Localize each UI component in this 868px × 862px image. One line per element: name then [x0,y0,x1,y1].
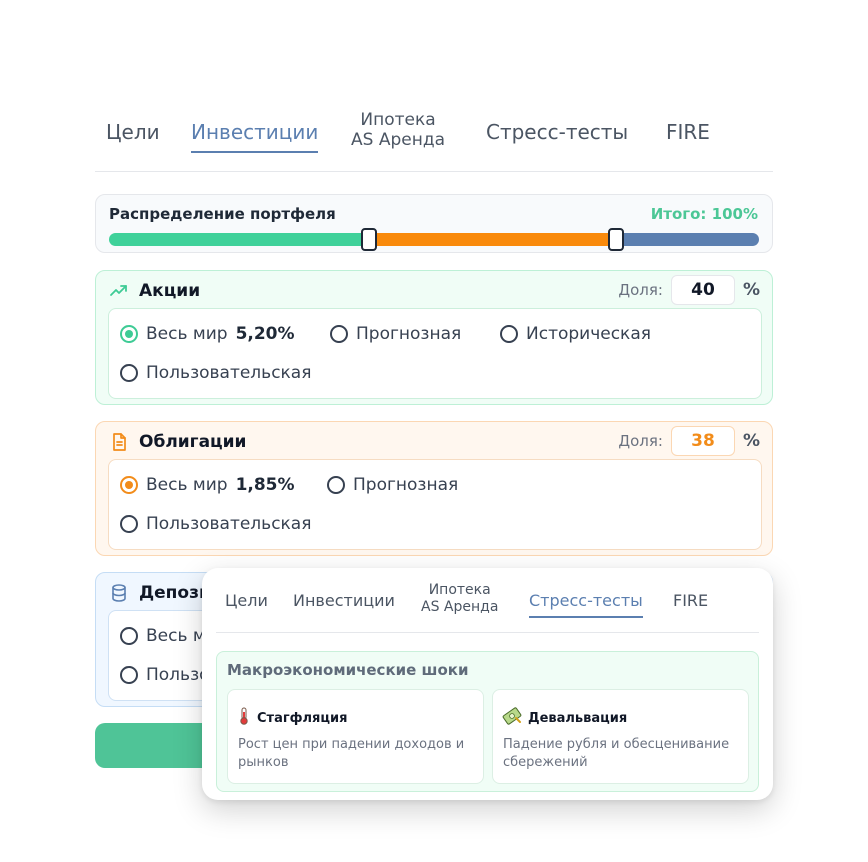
allocation-bar [109,233,759,246]
bonds-share: Доля: % [618,426,760,456]
thermometer-icon [237,707,251,729]
radio[interactable] [120,627,138,645]
bonds-share-input[interactable] [670,426,735,456]
radio-selected[interactable] [120,476,138,494]
overlay-tab-investments[interactable]: Инвестиции [293,591,395,610]
stocks-option-custom-label: Пользовательская [146,363,312,383]
deposits-option-custom[interactable]: Пользо [120,665,210,685]
radio-selected[interactable] [120,325,138,343]
allocation-segment-stocks [109,233,369,246]
deposits-option-world[interactable]: Весь м [120,626,206,646]
scenario-devaluation[interactable]: Девальвация Падение рубля и обесценивани… [492,689,749,784]
database-icon [109,583,129,603]
deposits-option-custom-label: Пользо [146,665,210,685]
allocation-handle-stocks-bonds[interactable] [361,228,377,251]
scenario-devaluation-description: Падение рубля и обесценивание сбережений [503,737,730,770]
bonds-option-forecast-label: Прогнозная [353,475,459,495]
bonds-options: Весь мир 1,85% Прогнозная Пользовательск… [108,459,762,550]
stocks-share-input[interactable] [670,275,735,305]
stocks-option-forecast-label: Прогнозная [356,324,462,344]
bonds-option-world-label: Весь мир [146,475,228,495]
bonds-option-custom[interactable]: Пользовательская [120,514,311,534]
stress-tests-preview-card: Цели Инвестиции Ипотека AS Аренда Стресс… [202,568,773,800]
radio[interactable] [120,364,138,382]
overlay-tab-stress-tests[interactable]: Стресс-тесты [529,591,643,618]
radio[interactable] [120,515,138,533]
stocks-option-custom[interactable]: Пользовательская [120,363,311,383]
stocks-card: Акции Доля: % Весь мир 5,20% Прогнозная … [95,270,773,405]
deposits-option-world-label: Весь м [146,626,206,646]
document-icon [109,432,129,452]
tab-mortgage[interactable]: Ипотека AS Аренда [351,110,445,150]
macro-shocks-section: Макроэкономические шоки Стагфляция Рост … [216,651,759,792]
stocks-title: Акции [139,281,201,301]
overlay-tab-mortgage-line1: Ипотека [428,582,491,598]
stocks-options: Весь мир 5,20% Прогнозная Историческая П… [108,308,762,399]
main-tabs: Цели Инвестиции Ипотека AS Аренда Стресс… [95,108,773,172]
stocks-option-historical-label: Историческая [526,324,651,344]
bonds-title: Облигации [139,432,247,452]
allocation-segment-bonds [369,233,616,246]
tab-investments[interactable]: Инвестиции [191,120,319,153]
stocks-option-world[interactable]: Весь мир 5,20% [120,324,295,344]
bonds-card: Облигации Доля: % Весь мир 1,85% Прогноз… [95,421,773,556]
stocks-option-historical[interactable]: Историческая [500,324,651,344]
bonds-share-label: Доля: [618,432,663,450]
radio[interactable] [330,325,348,343]
banknote-icon [502,707,522,729]
allocation-total: Итого: 100% [650,205,758,223]
deposits-title: Депози [139,583,211,603]
trending-up-icon [109,281,129,301]
stocks-share-percent: % [742,280,760,300]
overlay-tab-fire[interactable]: FIRE [673,591,708,610]
bonds-option-forecast[interactable]: Прогнозная [327,475,458,495]
allocation-segment-deposits [616,233,759,246]
macro-shocks-title: Макроэкономические шоки [227,661,469,679]
tab-stress-tests[interactable]: Стресс-тесты [486,120,628,144]
scenario-devaluation-title: Девальвация [528,710,628,726]
allocation-title: Распределение портфеля [109,205,336,223]
overlay-tab-mortgage[interactable]: Ипотека AS Аренда [421,582,498,616]
tab-goals[interactable]: Цели [106,120,160,144]
scenario-stagflation-description: Рост цен при падении доходов и рынков [238,737,465,770]
radio[interactable] [500,325,518,343]
portfolio-allocation-card: Распределение портфеля Итого: 100% [95,194,773,253]
tab-mortgage-line1: Ипотека [360,110,436,130]
overlay-tab-goals[interactable]: Цели [225,591,268,610]
stocks-option-forecast[interactable]: Прогнозная [330,324,461,344]
allocation-handle-bonds-deposits[interactable] [608,228,624,251]
overlay-tabs: Цели Инвестиции Ипотека AS Аренда Стресс… [216,578,759,633]
overlay-tab-mortgage-line2: AS Аренда [421,599,499,615]
bonds-option-world-rate: 1,85% [235,475,295,495]
bonds-option-world[interactable]: Весь мир 1,85% [120,475,295,495]
radio[interactable] [120,666,138,684]
scenario-stagflation[interactable]: Стагфляция Рост цен при падении доходов … [227,689,484,784]
scenario-stagflation-title: Стагфляция [257,710,348,726]
stocks-share-label: Доля: [618,281,663,299]
radio[interactable] [327,476,345,494]
tab-fire[interactable]: FIRE [666,120,710,144]
bonds-option-custom-label: Пользовательская [146,514,312,534]
stocks-share: Доля: % [618,275,760,305]
tab-mortgage-line2: AS Аренда [351,130,445,150]
stocks-option-world-label: Весь мир [146,324,228,344]
stocks-option-world-rate: 5,20% [235,324,295,344]
bonds-share-percent: % [742,431,760,451]
